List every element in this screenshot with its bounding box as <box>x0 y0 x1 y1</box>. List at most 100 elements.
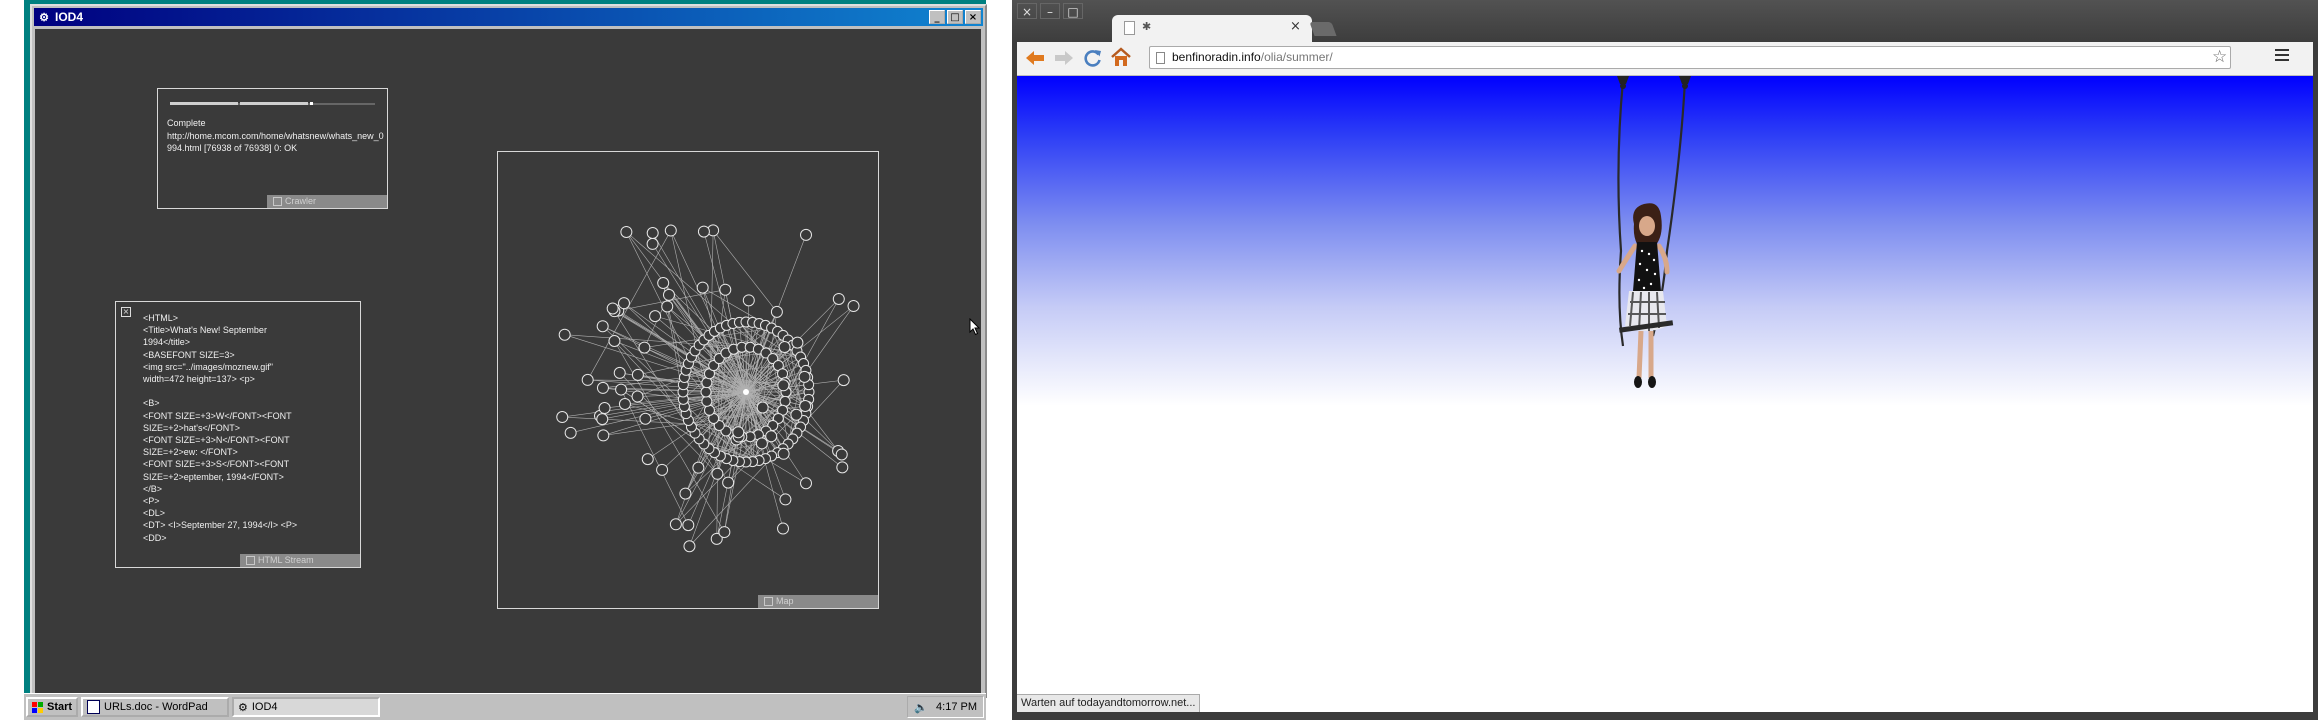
graph-node <box>722 476 735 489</box>
graph-node <box>669 518 682 531</box>
graph-node <box>649 310 662 323</box>
new-tab-button[interactable] <box>1309 22 1337 36</box>
crawler-label[interactable]: Crawler <box>267 195 387 208</box>
mouse-pointer-icon <box>969 318 981 336</box>
window-minimize-button[interactable]: – <box>1040 3 1060 19</box>
page-content: Warten auf todayandtomorrow.net... <box>1017 76 2313 712</box>
graph-node <box>800 228 813 241</box>
window-maximize-button[interactable]: □ <box>1063 3 1083 19</box>
browser-tabstrip: × – □ ✱ × <box>1012 0 2318 42</box>
reload-icon[interactable] <box>1083 48 1103 68</box>
graph-node <box>732 426 745 439</box>
crawler-status: Complete <box>167 118 206 128</box>
graph-node <box>631 368 644 381</box>
graph-node <box>639 412 652 425</box>
graph-node <box>620 225 633 238</box>
graph-node <box>646 226 659 239</box>
taskbar-item-label: IOD4 <box>251 701 278 713</box>
chrome-browser-window: × – □ ✱ × benfinoradin.info/olia/summer/… <box>1012 0 2318 720</box>
graph-hub-node <box>743 389 749 395</box>
browser-toolbar: benfinoradin.info/olia/summer/ ☆ <box>1017 42 2313 76</box>
map-label-text: Map <box>776 596 794 606</box>
crawler-panel[interactable]: Complete http://home.mcom.com/home/whats… <box>157 88 388 209</box>
panel-close-icon[interactable]: × <box>121 307 131 317</box>
iod4-app-icon: ⚙ <box>238 701 248 714</box>
graph-node <box>836 461 849 474</box>
graph-node <box>598 402 611 415</box>
url-path: /olia/summer/ <box>1260 50 1333 64</box>
graph-node <box>718 526 731 539</box>
crawler-progress-bar <box>170 102 375 105</box>
graph-node <box>682 519 695 532</box>
crawler-label-text: Crawler <box>285 196 317 206</box>
html-stream-label[interactable]: HTML Stream <box>240 554 360 567</box>
wordpad-icon <box>87 700 100 714</box>
url-domain: benfinoradin.info <box>1172 50 1261 64</box>
map-label[interactable]: Map <box>758 595 878 608</box>
graph-node <box>606 302 619 315</box>
graph-node <box>798 370 811 383</box>
graph-node <box>618 398 631 411</box>
graph-node <box>564 426 577 439</box>
bookmark-star-icon[interactable]: ☆ <box>2212 47 2227 67</box>
graph-node <box>777 522 790 535</box>
speaker-icon[interactable]: 🔈 <box>914 701 928 714</box>
start-button[interactable]: Start <box>26 697 78 717</box>
map-panel[interactable]: Map <box>497 151 879 609</box>
taskbar-item-iod4[interactable]: ⚙ IOD4 <box>232 697 380 717</box>
minimize-button[interactable]: _ <box>929 10 945 24</box>
graph-node <box>799 400 812 413</box>
tab-close-icon[interactable]: × <box>1290 19 1301 34</box>
graph-node <box>701 377 713 389</box>
graph-node <box>558 328 571 341</box>
graph-node <box>847 300 860 313</box>
address-bar[interactable]: benfinoradin.info/olia/summer/ ☆ <box>1149 46 2231 69</box>
menu-icon[interactable] <box>2275 49 2289 61</box>
graph-node <box>701 395 713 407</box>
graph-node <box>596 413 609 426</box>
graph-node <box>791 336 804 349</box>
html-stream-panel[interactable]: × <HTML> <Title>What's New! September 19… <box>115 301 361 568</box>
windows-logo-icon <box>32 701 43 713</box>
graph-node <box>703 404 715 416</box>
grid-icon <box>273 197 282 206</box>
grid-icon <box>764 597 773 606</box>
home-icon[interactable] <box>1110 47 1132 68</box>
taskbar: Start URLs.doc - WordPad ⚙ IOD4 🔈 4:17 P… <box>24 693 986 720</box>
html-stream-label-text: HTML Stream <box>258 555 314 565</box>
graph-node <box>742 294 755 307</box>
graph-node <box>641 453 654 466</box>
graph-node <box>617 297 630 310</box>
taskbar-item-label: URLs.doc - WordPad <box>104 701 208 713</box>
graph-node <box>664 224 677 237</box>
url-text: benfinoradin.info/olia/summer/ <box>1172 50 1333 64</box>
taskbar-item-wordpad[interactable]: URLs.doc - WordPad <box>81 697 229 717</box>
back-icon[interactable] <box>1025 49 1045 67</box>
graph-node <box>711 467 724 480</box>
tab-title: ✱ <box>1142 21 1152 33</box>
graph-node <box>779 493 792 506</box>
page-favicon-icon <box>1124 21 1135 35</box>
graph-node <box>756 401 769 414</box>
win95-screen: ⚙ IOD4 _ □ × Complete http://home.mcom.c… <box>0 0 1009 720</box>
system-tray: 🔈 4:17 PM <box>907 696 984 718</box>
start-label: Start <box>47 701 73 713</box>
graph-node <box>662 288 675 301</box>
window-close-button[interactable]: × <box>1017 3 1037 19</box>
forward-icon[interactable] <box>1054 49 1074 67</box>
page-icon <box>1156 52 1165 64</box>
close-button[interactable]: × <box>965 10 981 24</box>
crawler-url: http://home.mcom.com/home/whatsnew/whats… <box>167 131 384 153</box>
iod4-app-icon: ⚙ <box>39 11 49 24</box>
graph-node <box>631 390 644 403</box>
status-bubble: Warten auf todayandtomorrow.net... <box>1017 694 1201 712</box>
graph-node <box>700 386 712 398</box>
iod4-titlebar[interactable]: ⚙ IOD4 _ □ × <box>34 8 983 26</box>
clock[interactable]: 4:17 PM <box>936 701 977 713</box>
browser-tab[interactable]: ✱ × <box>1112 15 1312 42</box>
graph-node <box>692 461 705 474</box>
graph-node <box>832 292 845 305</box>
maximize-button[interactable]: □ <box>947 10 963 24</box>
graph-node <box>556 411 569 424</box>
graph-nodes <box>556 224 860 553</box>
